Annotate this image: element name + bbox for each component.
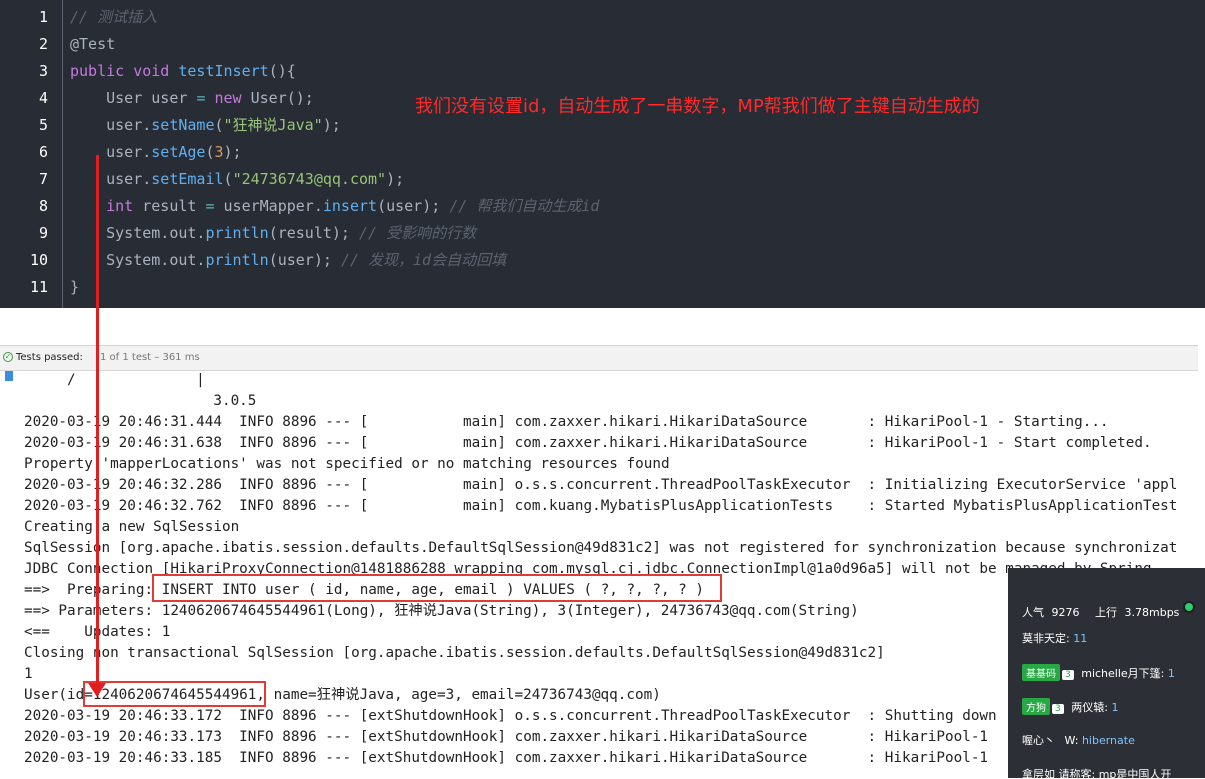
chat-message: 喔心丶 W: hibernate <box>1022 734 1135 747</box>
code-line[interactable]: 11} <box>0 274 1205 301</box>
console-line: 2020-03-19 20:46:32.286 INFO 8896 --- [ … <box>24 477 1178 493</box>
console-line: 2020-03-19 20:46:31.444 INFO 8896 --- [ … <box>24 414 1109 430</box>
stream-stats: 人气 9276 上行 3.78mbps <box>1022 606 1180 619</box>
chat-message: 方狗 3 两仪辕: 1 <box>1022 698 1118 715</box>
code-text: } <box>70 278 80 296</box>
console-line: Creating a new SqlSession <box>24 519 240 535</box>
console-line: 3.0.5 <box>24 393 257 409</box>
code-line[interactable]: 8 int result = userMapper.insert(user); … <box>0 193 1205 220</box>
code-line[interactable]: 3 public void testInsert(){ <box>0 58 1205 85</box>
code-line[interactable]: 7 user.setEmail("24736743@qq.com"); <box>0 166 1205 193</box>
tests-passed-detail: 1 of 1 test – 361 ms <box>100 352 200 363</box>
code-text: user.setName("狂神说Java"); <box>70 116 341 134</box>
console-line: 2020-03-19 20:46:33.172 INFO 8896 --- [e… <box>24 708 997 724</box>
code-line[interactable]: 9 System.out.println(result); // 受影响的行数 <box>0 220 1205 247</box>
line-number: 6 <box>38 143 48 161</box>
code-text: public void testInsert(){ <box>70 62 296 80</box>
code-line[interactable]: 10 System.out.println(user); // 发现，id会自动… <box>0 247 1205 274</box>
console-line: 2020-03-19 20:46:33.185 INFO 8896 --- [e… <box>24 750 989 766</box>
line-number: 2 <box>38 35 48 53</box>
status-dot-icon <box>1183 601 1195 613</box>
line-number: 11 <box>29 278 48 296</box>
test-status-bar: ✓ Tests passed: 1 of 1 test – 361 ms <box>0 346 1198 371</box>
line-number: 9 <box>38 224 48 242</box>
code-line[interactable]: 6 user.setAge(3); <box>0 139 1205 166</box>
console-line: / | <box>24 372 205 388</box>
chat-message: 基基码 3 michelle月下篷: 1 <box>1022 664 1175 681</box>
line-number: 3 <box>38 62 48 80</box>
annotation-text: 我们没有设置id，自动生成了一串数字，MP帮我们做了主键自动生成的 <box>415 96 980 117</box>
line-number: 1 <box>38 8 48 26</box>
console-line: Closing non transactional SqlSession [or… <box>24 645 885 661</box>
code-text: System.out.println(user); // 发现，id会自动回填 <box>70 251 507 269</box>
code-editor[interactable]: 1 // 测试插入 2 @Test 3 public void testInsert(){… <box>0 0 1205 308</box>
code-line[interactable]: 2 @Test <box>0 31 1205 58</box>
line-number: 8 <box>38 197 48 215</box>
code-text: @Test <box>70 35 116 53</box>
line-number: 4 <box>38 89 48 107</box>
console-line: ==> Parameters: 1240620674645544961(Long… <box>24 603 859 619</box>
chat-message: 拿层如 请称客: mp是中国人开 <box>1022 768 1172 778</box>
console-line: Property 'mapperLocations' was not speci… <box>24 456 670 472</box>
line-number: 5 <box>38 116 48 134</box>
line-number: 7 <box>38 170 48 188</box>
code-line[interactable]: 1 // 测试插入 <box>0 4 1205 31</box>
check-icon: ✓ <box>3 352 13 362</box>
console-gutter-marker <box>5 371 13 381</box>
console-line: 2020-03-19 20:46:32.762 INFO 8896 --- [ … <box>24 498 1178 514</box>
annotation-arrow <box>96 155 99 695</box>
tests-passed-label: Tests passed: <box>16 352 83 363</box>
console-line: 2020-03-19 20:46:31.638 INFO 8896 --- [ … <box>24 435 1152 451</box>
console-output[interactable]: / | 3.0.5 2020-03-19 20:46:31.444 INFO 88… <box>24 370 1177 769</box>
code-text: // 测试插入 <box>70 8 158 26</box>
code-text: System.out.println(result); // 受影响的行数 <box>70 224 477 242</box>
code-text: int result = userMapper.insert(user); //… <box>70 197 600 215</box>
code-text: user.setEmail("24736743@qq.com"); <box>70 170 405 188</box>
line-number: 10 <box>29 251 48 269</box>
console-line: <== Updates: 1 <box>24 624 171 640</box>
id-highlight-box <box>83 681 266 707</box>
console-line: 2020-03-19 20:46:33.173 INFO 8896 --- [e… <box>24 729 989 745</box>
arrow-head-icon <box>88 683 106 697</box>
sql-highlight-box <box>152 574 722 602</box>
console-line: SqlSession [org.apache.ibatis.session.de… <box>24 540 1178 556</box>
fan-badge: 方狗 <box>1022 698 1050 715</box>
fan-badge: 基基码 <box>1022 664 1060 681</box>
chat-message: 莫非天定: 11 <box>1022 632 1088 645</box>
code-text: User user = new User(); <box>70 89 314 107</box>
live-stream-panel[interactable]: 人气 9276 上行 3.78mbps 莫非天定: 11 基基码 3 michel… <box>1008 568 1205 778</box>
